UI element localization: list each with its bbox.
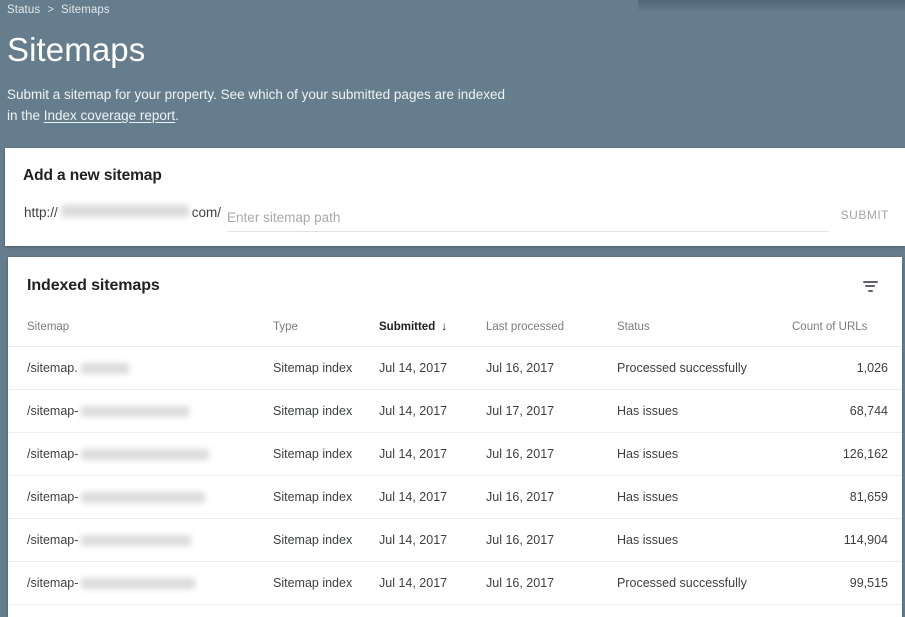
cell-last-processed: Jul 16, 2017 (486, 347, 617, 390)
cell-last-processed: Jul 16, 2017 (486, 433, 617, 476)
indexed-sitemaps-card: Indexed sitemaps Sitemap Type Submitted ↓… (8, 257, 902, 617)
cell-type: Sitemap index (273, 476, 379, 519)
cell-submitted: Jul 14, 2017 (379, 390, 486, 433)
cell-sitemap[interactable]: /sitemap- (8, 519, 273, 562)
status-badge: Has issues (617, 519, 792, 562)
cell-type: Sitemap index (273, 562, 379, 605)
sitemap-link[interactable]: /sitemap- (27, 490, 273, 504)
redacted-sitemap-path (81, 363, 129, 374)
table-row[interactable]: /sitemap. Sitemap indexJul 14, 2017Jul 16… (8, 347, 902, 390)
status-badge: Has issues (617, 433, 792, 476)
submit-button[interactable]: SUBMIT (839, 204, 891, 226)
sitemap-name: /sitemap- (27, 404, 78, 418)
table-row[interactable]: /sitemap- Sitemap indexJul 14, 2017Jul 16… (8, 562, 902, 605)
cell-type: Sitemap index (273, 433, 379, 476)
cell-last-processed: Jul 16, 2017 (486, 519, 617, 562)
table-row[interactable]: /sitemap- Sitemap indexJul 14, 2017Jul 16… (8, 476, 902, 519)
status-badge: Processed successfully (617, 562, 792, 605)
column-header-type[interactable]: Type (273, 319, 379, 347)
cell-sitemap[interactable]: /sitemap- (8, 476, 273, 519)
table-header-row: Sitemap Type Submitted ↓ Last processed S… (8, 319, 902, 347)
redacted-sitemap-path (81, 578, 195, 589)
cell-submitted: Jul 14, 2017 (379, 476, 486, 519)
breadcrumb-item-sitemaps[interactable]: Sitemaps (61, 4, 110, 16)
redacted-sitemap-path (81, 535, 191, 546)
breadcrumb-item-status[interactable]: Status (7, 4, 40, 16)
column-header-sitemap[interactable]: Sitemap (8, 319, 273, 347)
indexed-sitemaps-header: Indexed sitemaps (8, 257, 902, 319)
sitemap-name: /sitemap- (27, 490, 78, 504)
add-sitemap-title: Add a new sitemap (23, 167, 162, 185)
header-top-shade (638, 0, 905, 12)
cell-type: Sitemap index (273, 347, 379, 390)
sitemap-link[interactable]: /sitemap- (27, 576, 273, 590)
cell-sitemap[interactable]: /sitemap- (8, 433, 273, 476)
filter-button[interactable] (855, 271, 885, 301)
indexed-sitemaps-title: Indexed sitemaps (27, 277, 160, 295)
cell-last-processed: Jul 17, 2017 (486, 390, 617, 433)
breadcrumb: Status > Sitemaps (7, 0, 110, 20)
sort-descending-icon: ↓ (441, 319, 447, 333)
page-description: Submit a sitemap for your property. See … (7, 84, 507, 126)
sitemap-name: /sitemap- (27, 576, 78, 590)
cell-count-of-urls: 99,515 (792, 562, 902, 605)
redacted-sitemap-path (81, 492, 205, 503)
sitemap-link[interactable]: /sitemap- (27, 533, 273, 547)
sitemap-name: /sitemap. (27, 361, 78, 375)
cell-sitemap[interactable]: /sitemap. (8, 347, 273, 390)
add-sitemap-form: http:// com/ SUBMIT (24, 204, 891, 234)
sitemaps-table-head: Sitemap Type Submitted ↓ Last processed S… (8, 319, 902, 347)
cell-count-of-urls: 126,162 (792, 433, 902, 476)
sitemaps-table-body: /sitemap.Sitemap indexJul 14, 2017Jul 16… (8, 347, 902, 605)
index-coverage-report-link[interactable]: Index coverage report (44, 108, 175, 123)
cell-count-of-urls: 68,744 (792, 390, 902, 433)
cell-submitted: Jul 14, 2017 (379, 347, 486, 390)
table-row[interactable]: /sitemap- Sitemap indexJul 14, 2017Jul 16… (8, 433, 902, 476)
sitemap-link[interactable]: /sitemap. (27, 361, 273, 375)
cell-type: Sitemap index (273, 519, 379, 562)
column-header-last-processed[interactable]: Last processed (486, 319, 617, 347)
sitemap-link[interactable]: /sitemap- (27, 404, 273, 418)
cell-sitemap[interactable]: /sitemap- (8, 562, 273, 605)
cell-submitted: Jul 14, 2017 (379, 519, 486, 562)
cell-type: Sitemap index (273, 390, 379, 433)
cell-last-processed: Jul 16, 2017 (486, 476, 617, 519)
filter-funnel-icon (863, 281, 878, 292)
status-badge: Has issues (617, 476, 792, 519)
cell-submitted: Jul 14, 2017 (379, 562, 486, 605)
page-header: Status > Sitemaps Sitemaps Submit a site… (0, 0, 905, 148)
sitemap-link[interactable]: /sitemap- (27, 447, 273, 461)
cell-last-processed: Jul 16, 2017 (486, 562, 617, 605)
sitemaps-table: Sitemap Type Submitted ↓ Last processed S… (8, 319, 902, 605)
page-description-text-2: . (175, 108, 179, 123)
sitemap-url-prefix: http:// com/ (24, 204, 221, 220)
sitemap-path-input-wrap (227, 204, 829, 232)
sitemap-path-input[interactable] (227, 204, 829, 230)
redacted-domain (61, 205, 189, 217)
cell-count-of-urls: 1,026 (792, 347, 902, 390)
url-protocol: http:// (24, 205, 58, 220)
page-title: Sitemaps (7, 28, 145, 72)
sitemap-name: /sitemap- (27, 447, 78, 461)
breadcrumb-separator: > (47, 4, 54, 16)
table-row[interactable]: /sitemap- Sitemap indexJul 14, 2017Jul 16… (8, 519, 902, 562)
redacted-sitemap-path (81, 449, 209, 460)
redacted-sitemap-path (81, 406, 189, 417)
column-header-submitted-label: Submitted (379, 321, 435, 333)
add-sitemap-card: Add a new sitemap http:// com/ SUBMIT (5, 148, 905, 246)
cell-sitemap[interactable]: /sitemap- (8, 390, 273, 433)
column-header-status[interactable]: Status (617, 319, 792, 347)
table-row[interactable]: /sitemap- Sitemap indexJul 14, 2017Jul 17… (8, 390, 902, 433)
cell-submitted: Jul 14, 2017 (379, 433, 486, 476)
cell-count-of-urls: 114,904 (792, 519, 902, 562)
status-badge: Processed successfully (617, 347, 792, 390)
column-header-count-of-urls[interactable]: Count of URLs (792, 319, 902, 347)
url-tld: com/ (192, 205, 221, 220)
cell-count-of-urls: 81,659 (792, 476, 902, 519)
status-badge: Has issues (617, 390, 792, 433)
sitemap-name: /sitemap- (27, 533, 78, 547)
column-header-submitted[interactable]: Submitted ↓ (379, 319, 486, 347)
